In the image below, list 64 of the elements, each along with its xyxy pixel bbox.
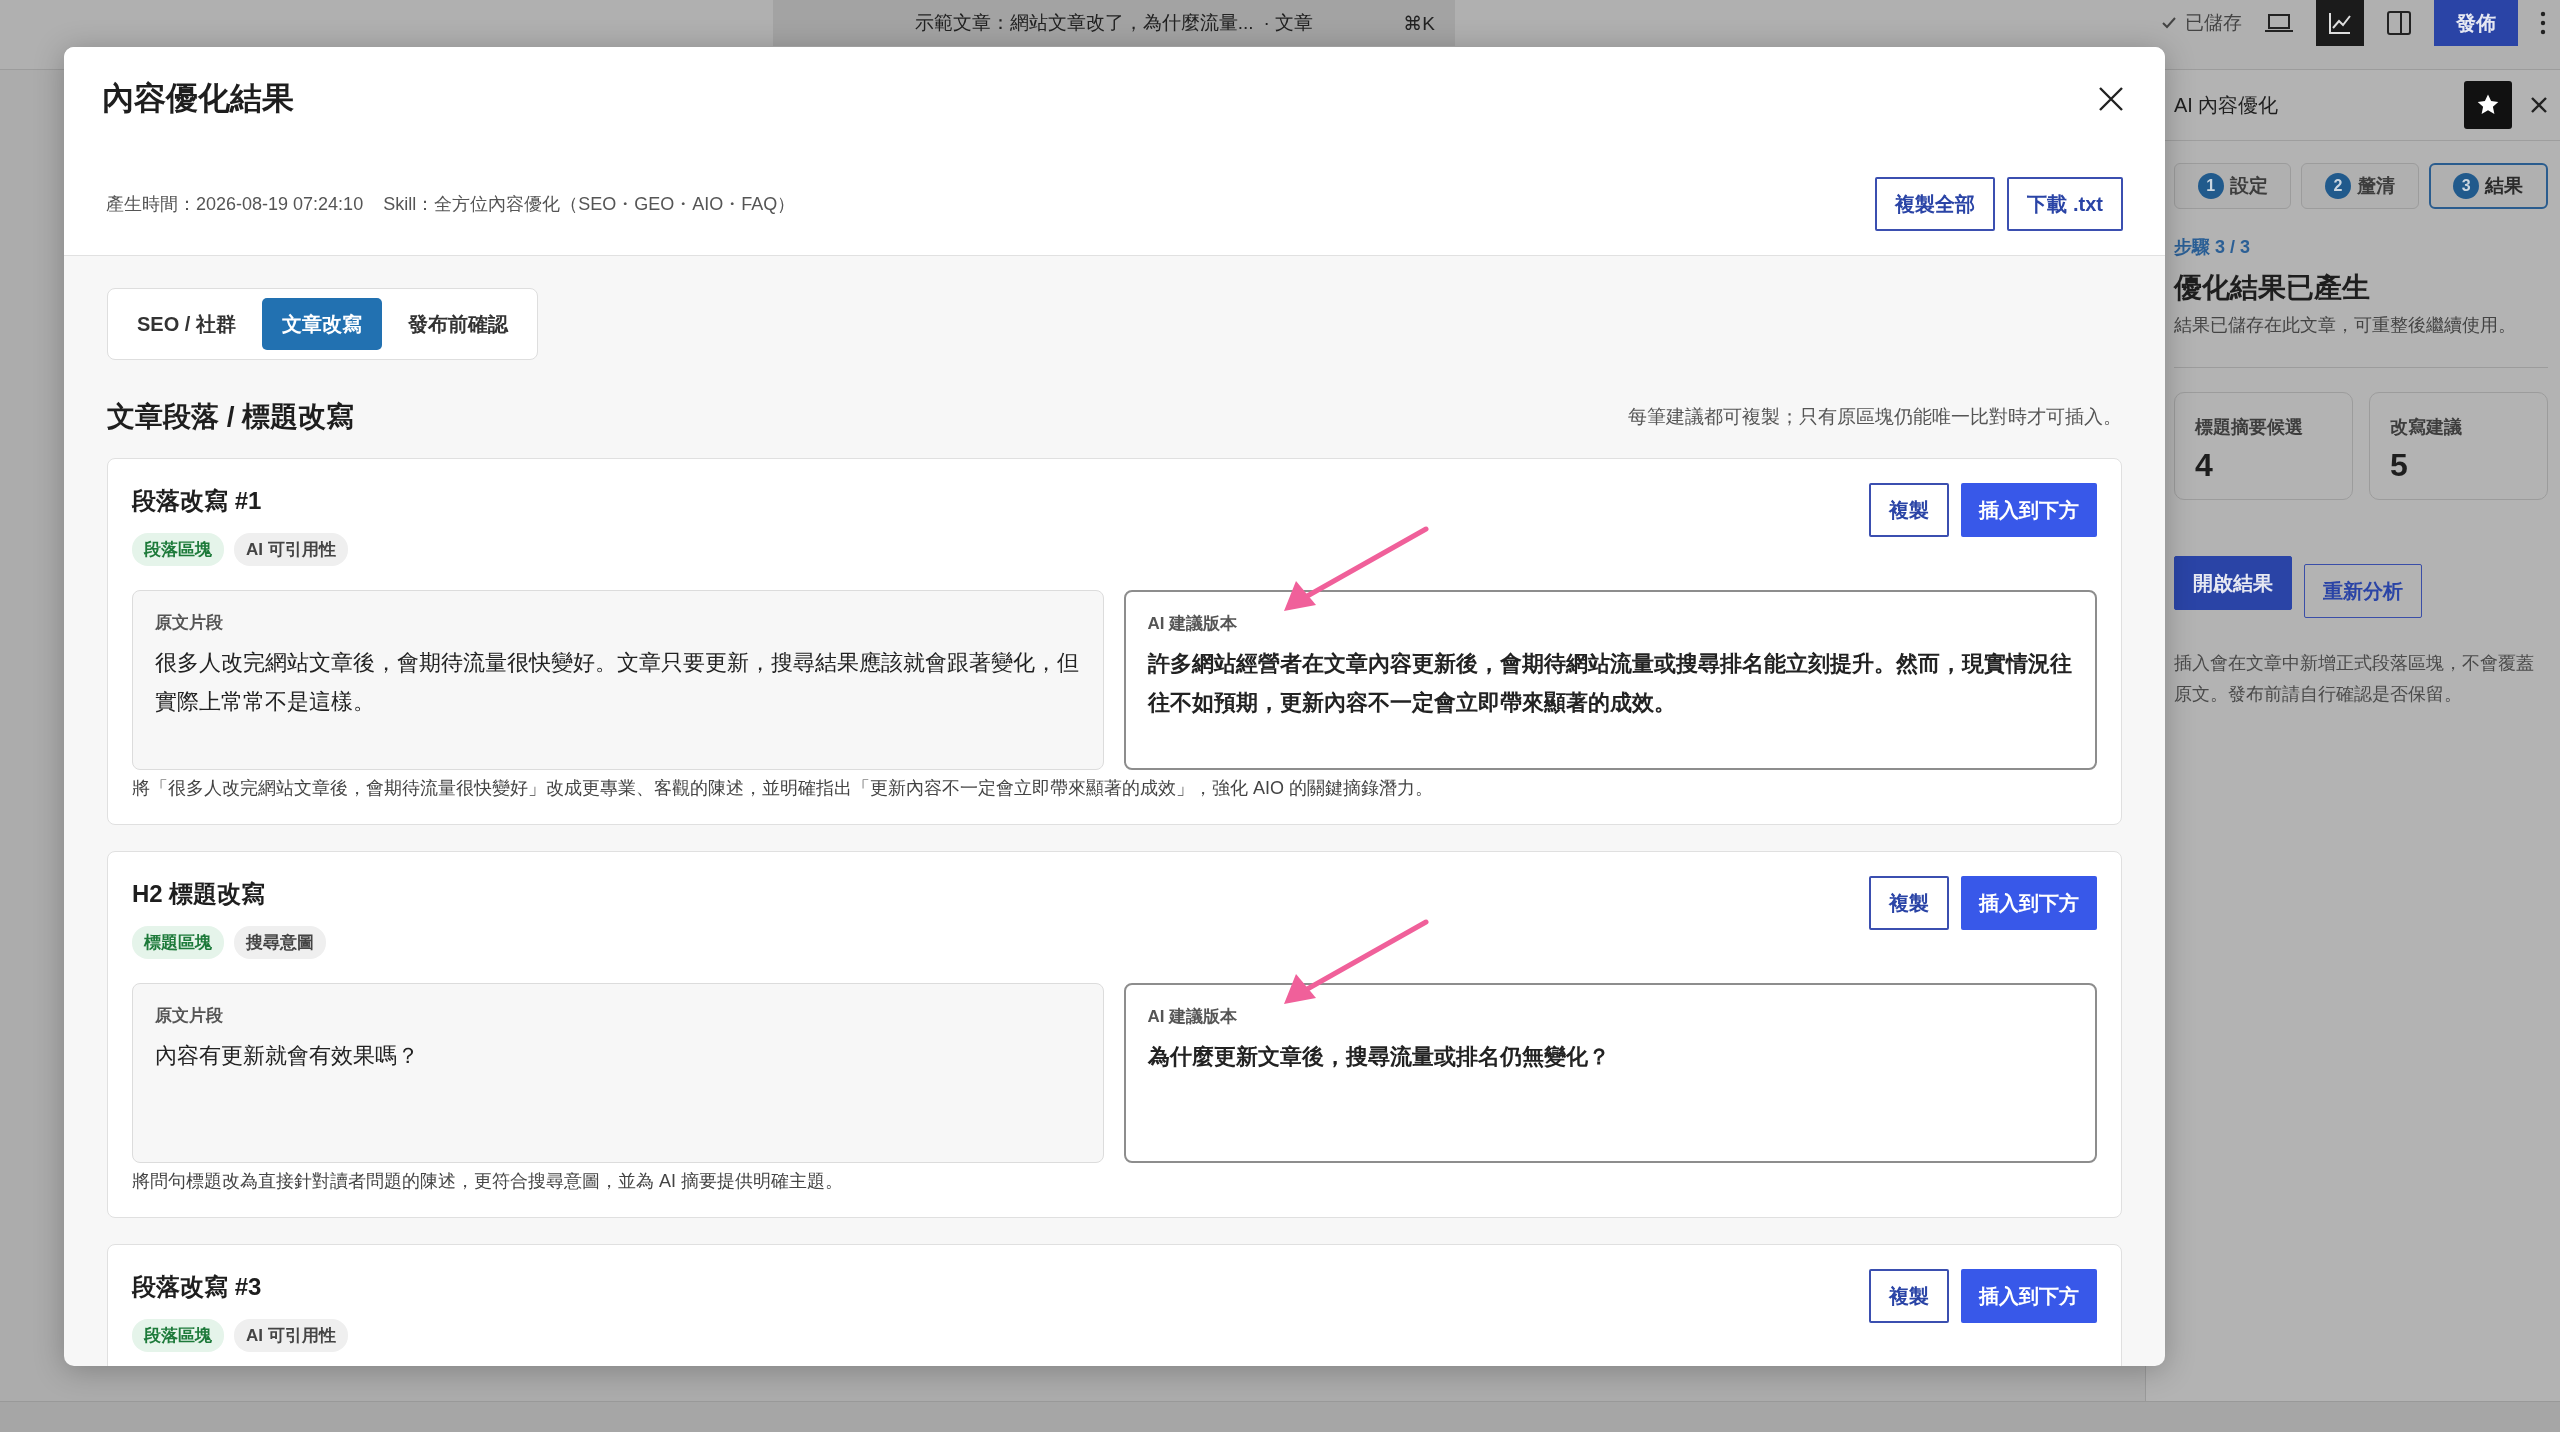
tag: 標題區塊 [132,926,224,959]
original-text: 很多人改完網站文章後，會期待流量很快變好。文章只要更新，搜尋結果應該就會跟著變化，但實際上常常不是這樣。 [155,649,1080,716]
download-button[interactable]: 下載 .txt [2007,177,2123,231]
check-icon [2161,15,2177,31]
stat-value: 5 [2390,447,2409,484]
card-title: H2 標題改寫 [132,879,267,909]
step-tab[interactable]: 1 設定 [2174,163,2292,209]
suggested-text: 為什麼更新文章後，搜尋流量或排名仍無變化？ [1147,1043,1611,1071]
copy-button[interactable]: 複製 [1869,876,1949,930]
card-title: 段落改寫 #3 [132,1272,263,1302]
timestamp: 產生時間：2026-08-19 07:24:10 [106,193,364,216]
shortcut-hint: ⌘K [1403,11,1435,35]
more-icon[interactable] [2540,11,2546,35]
close-icon[interactable] [2530,96,2548,114]
tag: 段落區塊 [132,1319,224,1352]
panel-label: 原文片段 [155,1005,224,1027]
stat-label: 標題摘要候選 [2195,416,2304,439]
command-bar[interactable]: 示範文章：網站文章改了，為什麼流量... · 文章 ⌘K [773,0,1455,46]
close-icon[interactable] [2097,85,2125,113]
tag: AI 可引用性 [234,1319,348,1352]
document-type: · 文章 [1263,11,1314,35]
insert-button[interactable]: 插入到下方 [1961,1269,2097,1323]
panel-label: AI 建議版本 [1147,613,1239,635]
rationale-text: 將「很多人改完網站文章後，會期待流量很快變好」改成更專業、客觀的陳述，並明確指出「更新內容不一定會立即帶來顯著的成效」，強化 AIO 的關鍵摘錄潛力。 [132,777,1434,800]
panel-heading: 優化結果已產生 [2174,271,2371,305]
step-tab[interactable]: 3 結果 [2428,163,2548,209]
insert-button[interactable]: 插入到下方 [1961,483,2097,537]
step-label: 步驟 3 / 3 [2174,236,2252,259]
step-tab[interactable]: 2 釐清 [2301,163,2419,209]
publish-button[interactable]: 發佈 [2434,0,2518,46]
skill-label: Skill：全方位內容優化（SEO・GEO・AIO・FAQ） [383,193,796,216]
copy-all-button[interactable]: 複製全部 [1875,177,1996,231]
tag: 段落區塊 [132,533,224,566]
copy-button[interactable]: 複製 [1869,1269,1949,1323]
suggested-text: 許多網站經營者在文章內容更新後，會期待網站流量或搜尋排名能立刻提升。然而，現實情況往往不如預期，更新內容不一定會立即帶來顯著的成效。 [1147,650,2073,717]
chart-button[interactable] [2316,0,2364,46]
open-results-button[interactable]: 開啟結果 [2174,556,2292,610]
panel-note: 插入會在文章中新增正式段落區塊，不會覆蓋原文。發布前請自行確認是否保留。 [2174,652,2535,706]
tag: AI 可引用性 [234,533,348,566]
tab[interactable]: 文章改寫 [261,298,382,350]
star-button[interactable] [2464,81,2512,129]
card-title: 段落改寫 #1 [132,486,263,516]
original-text: 內容有更新就會有效果嗎？ [155,1042,420,1070]
line-chart-icon [2327,10,2353,36]
tab[interactable]: SEO / 社群 [117,298,256,350]
tab[interactable]: 發布前確認 [387,298,528,350]
rationale-text: 將問句標題改為直接針對讀者問題的陳述，更符合搜尋意圖，並為 AI 摘要提供明確主題。 [132,1170,844,1193]
tag: 搜尋意圖 [234,926,326,959]
insert-button[interactable]: 插入到下方 [1961,876,2097,930]
sidebar-toggle-icon[interactable] [2386,10,2412,36]
panel-title: AI 內容優化 [2174,92,2280,118]
panel-label: 原文片段 [155,612,224,634]
section-title: 文章段落 / 標題改寫 [107,400,355,434]
document-title: 示範文章：網站文章改了，為什麼流量... [914,11,1254,35]
panel-subtext: 結果已儲存在此文章，可重整後繼續使用。 [2174,314,2517,337]
laptop-icon[interactable] [2264,11,2294,35]
dialog-title: 內容優化結果 [102,79,294,118]
stat-value: 4 [2195,447,2214,484]
copy-button[interactable]: 複製 [1869,483,1949,537]
section-note: 每筆建議都可複製；只有原區塊仍能唯一比對時才可插入。 [1628,405,2122,429]
saved-status: 已儲存 [2185,11,2242,35]
stat-label: 改寫建議 [2390,416,2463,439]
reanalyze-button[interactable]: 重新分析 [2304,564,2422,618]
panel-label: AI 建議版本 [1147,1006,1239,1028]
